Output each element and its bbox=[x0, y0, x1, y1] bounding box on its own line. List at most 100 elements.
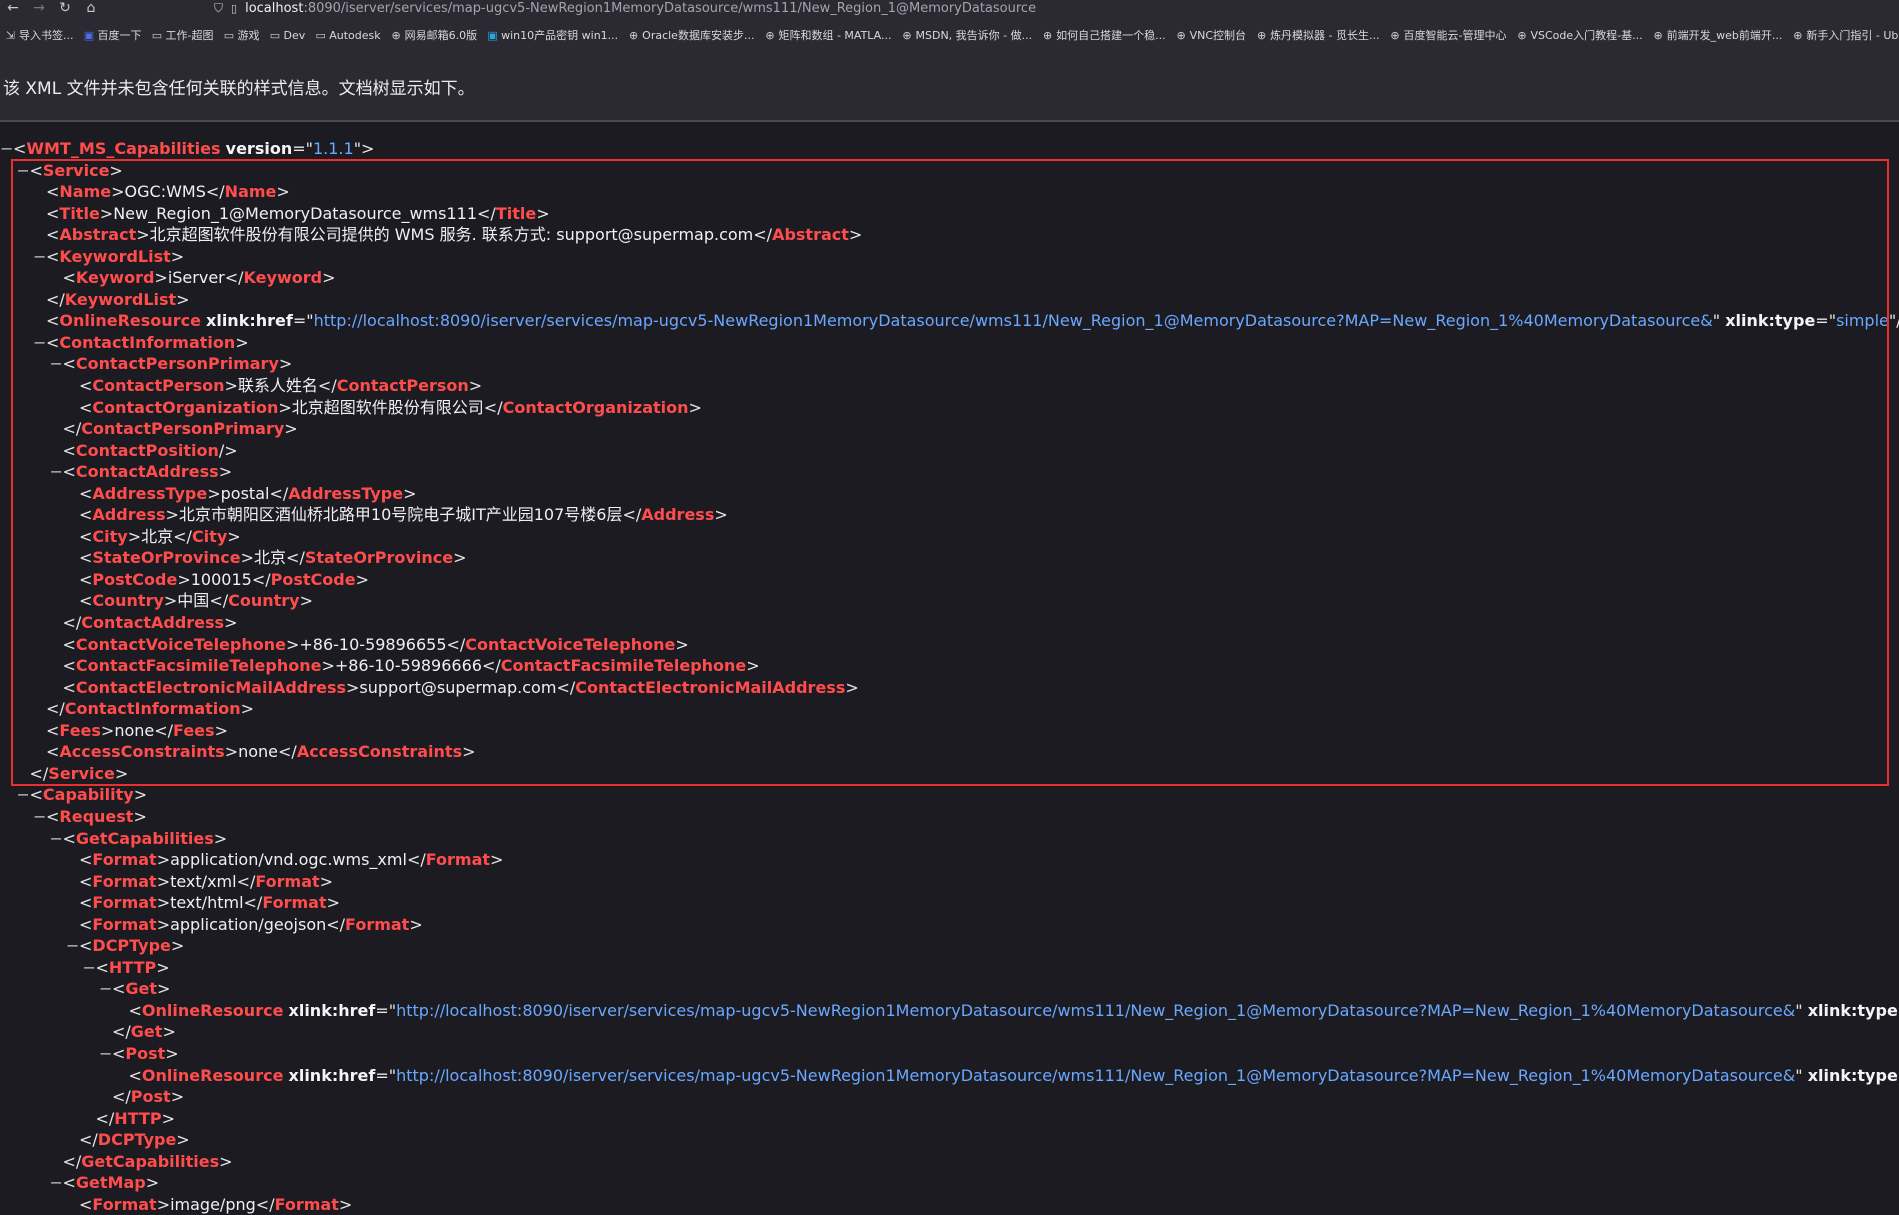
xml-punctuation: > bbox=[165, 1043, 179, 1063]
forward-arrow-icon[interactable]: → bbox=[26, 0, 52, 16]
xml-attribute-name: xlink:href bbox=[288, 1065, 376, 1085]
bookmark-item[interactable]: ▭ 游戏 bbox=[218, 25, 264, 45]
url-bar[interactable]: ← → ↻ ⌂ ⛉ ▯ localhost:8090/iserver/servi… bbox=[0, 0, 1899, 16]
xml-punctuation: > bbox=[177, 569, 191, 589]
collapse-toggle-icon[interactable]: − bbox=[50, 461, 63, 483]
xml-line: </ContactPersonPrimary> bbox=[0, 418, 1899, 440]
xml-line: − <WMT_MS_Capabilities version="1.1.1"> bbox=[0, 138, 1899, 160]
bookmark-label: Autodesk bbox=[329, 28, 381, 42]
xml-line: <ContactPosition/> bbox=[0, 440, 1899, 462]
bookmark-item[interactable]: ▭ Autodesk bbox=[310, 25, 385, 45]
globe-icon: ⊕ bbox=[1256, 28, 1267, 42]
xml-line: − <Post> bbox=[0, 1043, 1899, 1065]
xml-tag-name: ContactVoiceTelephone bbox=[465, 634, 676, 654]
bookmark-label: 前端开发_web前端开... bbox=[1666, 29, 1783, 42]
xml-line: <Format>application/geojson</Format> bbox=[0, 914, 1899, 936]
xml-tag-name: WMT_MS_Capabilities bbox=[26, 139, 221, 158]
bookmark-item[interactable]: ⊕ Oracle数据库安装步... bbox=[623, 25, 759, 45]
xml-attribute-value: http://localhost:8090/iserver/services/m… bbox=[396, 1000, 1796, 1020]
bookmark-label: 游戏 bbox=[237, 29, 260, 42]
bookmark-item[interactable]: ⊕ VSCode入门教程-基... bbox=[1511, 25, 1647, 45]
xml-punctuation: > bbox=[848, 225, 863, 245]
xml-punctuation: > bbox=[156, 871, 171, 891]
collapse-toggle-icon[interactable]: − bbox=[17, 784, 30, 806]
xml-line: − <ContactAddress> bbox=[0, 461, 1899, 483]
xml-attribute-value: 1.1.1 bbox=[312, 139, 354, 158]
back-arrow-icon[interactable]: ← bbox=[0, 0, 26, 16]
collapse-toggle-icon[interactable]: − bbox=[50, 1172, 63, 1194]
xml-tag-name: Format bbox=[92, 914, 157, 934]
bookmark-item[interactable]: ▣ 百度一下 bbox=[79, 25, 147, 45]
collapse-toggle-icon[interactable]: − bbox=[17, 160, 30, 182]
collapse-toggle-icon[interactable]: − bbox=[99, 978, 112, 1000]
xml-punctuation: </ bbox=[112, 1087, 131, 1107]
bookmark-item[interactable]: ⊕ VNC控制台 bbox=[1171, 25, 1251, 45]
collapse-toggle-icon[interactable]: − bbox=[50, 353, 63, 375]
xml-text-content: iServer bbox=[167, 268, 225, 288]
collapse-toggle-icon[interactable]: − bbox=[33, 332, 46, 354]
bookmark-item[interactable]: ⊕ 网易邮箱6.0版 bbox=[386, 25, 483, 45]
xml-tag-name: OnlineResource bbox=[141, 1000, 284, 1020]
bookmark-item[interactable]: ▣ win10产品密钥 win1... bbox=[482, 25, 623, 45]
xml-punctuation: > bbox=[278, 397, 292, 417]
xml-tag-name: ContactElectronicMailAddress bbox=[575, 677, 846, 697]
xml-tag-name: ContactPersonPrimary bbox=[81, 419, 285, 439]
bookmark-item[interactable]: ⊕ MSDN, 我告诉你 - 做... bbox=[897, 25, 1038, 45]
xml-tag-name: ContactPerson bbox=[92, 376, 225, 396]
bookmark-item[interactable]: ⊕ 新手入门指引 - Ub bbox=[1787, 25, 1899, 45]
xml-punctuation: </ bbox=[483, 397, 503, 417]
collapse-toggle-icon[interactable]: − bbox=[83, 957, 96, 979]
globe-icon: ⊕ bbox=[1653, 28, 1663, 42]
xml-punctuation: > bbox=[213, 828, 228, 848]
collapse-toggle-icon[interactable]: − bbox=[50, 828, 63, 850]
collapse-toggle-icon[interactable]: − bbox=[0, 138, 13, 160]
bookmark-item[interactable]: ▭ 工作-超图 bbox=[147, 25, 219, 45]
xml-punctuation: > bbox=[136, 225, 150, 245]
collapse-toggle-icon[interactable]: − bbox=[66, 935, 79, 957]
xml-punctuation: < bbox=[46, 720, 60, 740]
xml-line: <Format>image/png</Format> bbox=[0, 1194, 1899, 1215]
bookmark-label: VNC控制台 bbox=[1189, 29, 1247, 42]
xml-line: <Fees>none</Fees> bbox=[0, 720, 1899, 742]
bookmark-item[interactable]: ⊕ 百度智能云-管理中心 bbox=[1385, 25, 1512, 45]
xml-text-content: +86-10-59896666 bbox=[334, 656, 482, 676]
browser-chrome: ← → ↻ ⌂ ⛉ ▯ localhost:8090/iserver/servi… bbox=[0, 0, 1899, 50]
bookmark-item[interactable]: ⊕ 前端开发_web前端开... bbox=[1648, 25, 1788, 45]
xml-tag-name: ContactPosition bbox=[75, 440, 219, 460]
xml-tag-name: ContactInformation bbox=[64, 699, 241, 719]
xml-punctuation: /> bbox=[218, 440, 238, 460]
bookmark-label: 工作-超图 bbox=[165, 29, 214, 42]
xml-text-content: 北京市朝阳区酒仙桥北路甲10号院电子城IT产业园107号楼6层 bbox=[178, 505, 623, 525]
bookmark-label: Oracle数据库安装步... bbox=[642, 29, 755, 42]
xml-line: </HTTP> bbox=[0, 1108, 1899, 1130]
collapse-toggle-icon[interactable]: − bbox=[99, 1043, 112, 1065]
xml-attribute-name: xlink:type bbox=[1807, 1065, 1898, 1085]
xml-punctuation: < bbox=[46, 246, 60, 266]
xml-punctuation: </ bbox=[286, 548, 305, 568]
xml-punctuation: " bbox=[1795, 1000, 1808, 1020]
xml-punctuation: > bbox=[154, 268, 168, 288]
bookmark-item[interactable]: ⊕ 矩阵和数组 - MATLA... bbox=[759, 25, 896, 45]
shield-icon[interactable]: ⛉ bbox=[214, 1, 223, 16]
xml-punctuation: < bbox=[79, 505, 93, 525]
xml-tag-name: ContactAddress bbox=[75, 462, 219, 482]
bookmark-item[interactable]: ▭ Dev bbox=[264, 25, 310, 45]
xml-text-content: application/vnd.ogc.wms_xml bbox=[170, 850, 407, 870]
xml-punctuation: < bbox=[62, 462, 76, 482]
bookmark-item[interactable]: ⊕ 炼丹模拟器 - 觅长生... bbox=[1251, 25, 1384, 45]
bookmark-item[interactable]: ⇲ 导入书签... bbox=[0, 25, 79, 45]
xml-punctuation: < bbox=[62, 1173, 76, 1193]
bookmark-label: 百度智能云-管理中心 bbox=[1403, 29, 1507, 42]
collapse-toggle-icon[interactable]: − bbox=[33, 806, 46, 828]
xml-punctuation: </ bbox=[556, 677, 576, 697]
url-text[interactable]: localhost:8090/iserver/services/map-ugcv… bbox=[245, 1, 1036, 16]
home-icon[interactable]: ⌂ bbox=[78, 0, 104, 16]
xml-line: − <GetMap> bbox=[0, 1172, 1899, 1194]
reload-icon[interactable]: ↻ bbox=[52, 0, 78, 16]
xml-line: </Get> bbox=[0, 1021, 1899, 1043]
xml-attribute-name: version bbox=[225, 139, 293, 158]
xml-tag-name: Title bbox=[59, 203, 100, 223]
collapse-toggle-icon[interactable]: − bbox=[33, 246, 46, 268]
bookmark-item[interactable]: ⊕ 如何自己搭建一个稳... bbox=[1037, 25, 1171, 45]
xml-punctuation: =" bbox=[375, 1000, 397, 1020]
